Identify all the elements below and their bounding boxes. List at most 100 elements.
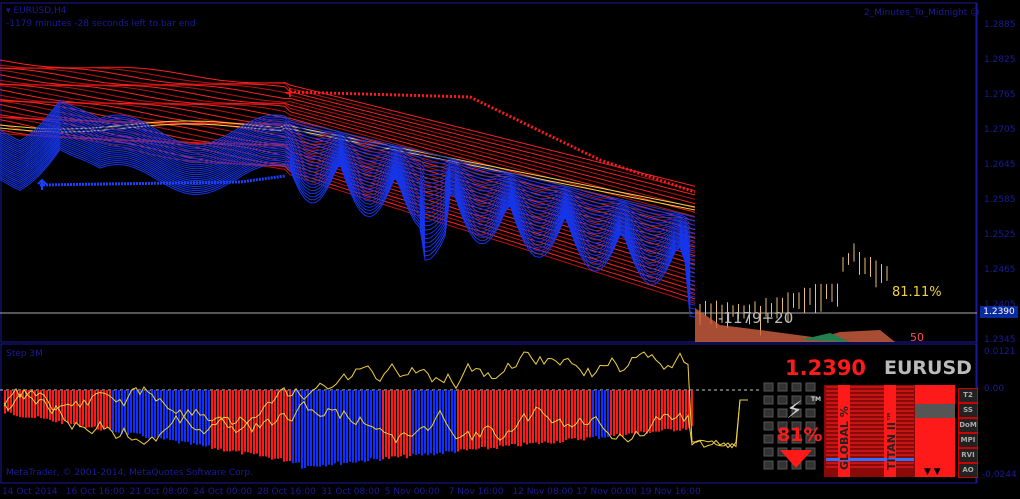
histogram-bar: [73, 390, 75, 425]
histogram-bar: [442, 390, 444, 455]
titan-label: TITAN II™: [885, 411, 898, 470]
histogram-bar: [562, 390, 564, 443]
histogram-bar: [658, 390, 660, 432]
histogram-bar: [661, 390, 663, 431]
time-tick: 17 Nov 00:00: [576, 487, 637, 497]
panel-button-mpi[interactable]: MPI: [958, 433, 978, 448]
panel-tile: [763, 460, 774, 470]
histogram-bar: [310, 390, 312, 466]
panel-button-rvi[interactable]: RVI: [958, 448, 978, 463]
histogram-bar: [361, 390, 363, 461]
histogram-bar: [190, 390, 192, 445]
histogram-bar: [463, 390, 465, 450]
global-label: GLOBAL %: [838, 406, 851, 470]
histogram-bar: [283, 390, 285, 462]
histogram-bar: [508, 390, 510, 446]
histogram-bar: [523, 390, 525, 443]
histogram-bar: [196, 390, 198, 445]
histogram-bar: [277, 390, 279, 459]
price-tick: 1.2765: [984, 90, 1016, 100]
panel-button-ao[interactable]: AO: [958, 463, 978, 478]
chart-canvas[interactable]: + ▼ ▼: [0, 0, 1020, 499]
red-cross-marker: +: [284, 85, 296, 101]
histogram-bar: [670, 390, 672, 430]
histogram-bar: [253, 390, 255, 455]
histogram-bar: [559, 390, 561, 443]
histogram-bar: [484, 390, 486, 447]
bar-counter-label: -1179+20: [718, 309, 794, 327]
panel-tile: [763, 395, 774, 405]
histogram-bar: [643, 390, 645, 433]
histogram-bar: [631, 390, 633, 434]
histogram-bar: [313, 390, 315, 467]
histogram-bar: [466, 390, 468, 451]
histogram-bar: [379, 390, 381, 462]
histogram-bar: [307, 390, 309, 466]
histogram-bar: [298, 390, 300, 463]
histogram-bar: [385, 390, 387, 458]
probability-label: 81.11%: [892, 285, 942, 300]
histogram-bar: [250, 390, 252, 454]
histogram-bar: [241, 390, 243, 455]
histogram-bar: [316, 390, 318, 467]
histogram-bar: [352, 390, 354, 463]
histogram-bar: [103, 390, 105, 429]
histogram-bar: [664, 390, 666, 429]
histogram-bar: [565, 390, 567, 441]
panel-tile: [791, 382, 802, 392]
histogram-bar: [403, 390, 405, 455]
histogram-bar: [31, 390, 33, 418]
histogram-bar: [622, 390, 624, 437]
blue-ribbon-line: [0, 139, 696, 298]
histogram-bar: [76, 390, 78, 424]
histogram-bar: [514, 390, 516, 445]
histogram-bar: [394, 390, 396, 457]
histogram-bar: [439, 390, 441, 453]
histogram-bar: [628, 390, 630, 434]
level-label: 50: [910, 331, 924, 344]
time-tick: 7 Nov 16:00: [448, 487, 504, 497]
signal-gray-row: [915, 404, 955, 418]
histogram-bar: [478, 390, 480, 449]
histogram-bar: [427, 390, 429, 456]
histogram-bar: [568, 390, 570, 439]
metatrader-chart-window[interactable]: + ▼ ▼ ▾ EURUSD,H4 -1179 minutes -28 secon…: [0, 0, 1020, 499]
histogram-bar: [655, 390, 657, 432]
histogram-bar: [364, 390, 366, 463]
time-tick: 31 Oct 08:00: [321, 487, 380, 497]
histogram-bar: [538, 390, 540, 445]
histogram-bar: [133, 390, 135, 433]
histogram-bar: [634, 390, 636, 434]
histogram-bar: [346, 390, 348, 464]
histogram-bar: [226, 390, 228, 452]
time-tick: 16 Oct 16:00: [65, 487, 125, 497]
histogram-bar: [265, 390, 267, 457]
histogram-bar: [613, 390, 615, 437]
panel-button-ss[interactable]: SS: [958, 403, 978, 418]
histogram-bar: [187, 390, 189, 442]
price-tick: 1.2525: [984, 230, 1016, 240]
sub-axis-top: 0.0121: [984, 347, 1016, 357]
histogram-bar: [616, 390, 618, 434]
histogram-bar: [199, 390, 201, 445]
histogram-bar: [115, 390, 117, 433]
histogram-bar: [163, 390, 165, 440]
histogram-bar: [118, 390, 120, 433]
histogram-bar: [166, 390, 168, 439]
histogram-bar: [331, 390, 333, 466]
sub-axis-bottom: -0.0244: [982, 470, 1017, 480]
histogram-bar: [319, 390, 321, 467]
price-tick: 1.2585: [984, 195, 1016, 205]
histogram-bar: [16, 390, 18, 417]
panel-symbol: EURUSD: [884, 357, 972, 379]
histogram-bar: [289, 390, 291, 462]
histogram-bar: [505, 390, 507, 446]
time-tick: 5 Nov 00:00: [384, 487, 440, 497]
panel-button-dom[interactable]: DoM: [958, 418, 978, 433]
histogram-bar: [424, 390, 426, 454]
histogram-bar: [256, 390, 258, 454]
histogram-bar: [553, 390, 555, 444]
panel-button-t2[interactable]: T2: [958, 388, 978, 403]
histogram-bar: [517, 390, 519, 447]
down-arrow-icon: [780, 450, 812, 468]
